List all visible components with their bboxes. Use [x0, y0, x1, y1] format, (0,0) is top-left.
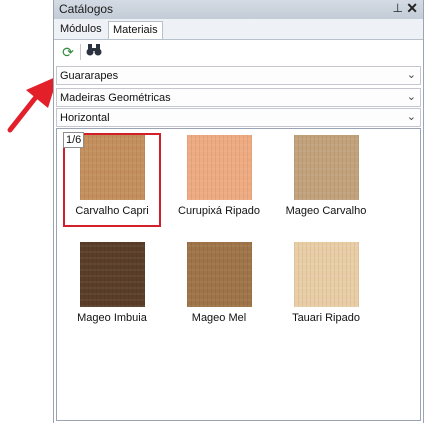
material-item[interactable]: Tauari Ripado: [276, 242, 376, 342]
materials-gallery: 1/6 Carvalho Capri Curupixá Ripado Mageo…: [56, 128, 421, 421]
material-swatch: [79, 135, 145, 200]
manufacturer-select-value: Guararapes: [60, 70, 119, 82]
orientation-select-value: Horizontal: [60, 112, 110, 124]
manufacturer-select[interactable]: Guararapes ⌄: [56, 66, 421, 85]
orientation-select[interactable]: Horizontal ⌄: [56, 108, 421, 127]
material-label: Mageo Carvalho: [285, 205, 367, 217]
material-label: Tauari Ripado: [292, 312, 360, 324]
material-item[interactable]: Mageo Imbuia: [62, 242, 162, 342]
material-label: Mageo Imbuia: [77, 312, 147, 324]
panel-title: Catálogos: [59, 2, 114, 16]
binoculars-icon[interactable]: [84, 42, 104, 62]
collection-select-value: Madeiras Geométricas: [60, 92, 171, 104]
toolbar: ⟳: [54, 40, 423, 64]
chevron-down-icon[interactable]: ⌄: [407, 110, 416, 123]
material-item[interactable]: Curupixá Ripado: [169, 135, 269, 235]
chevron-down-icon[interactable]: ⌄: [407, 90, 416, 103]
catalog-panel: Catálogos ⊥ ✕ Módulos Materiais ⟳ Guarar…: [53, 0, 424, 423]
tab-materiais[interactable]: Materiais: [108, 21, 163, 39]
page-indicator: 1/6: [63, 132, 85, 148]
toolbar-separator: [80, 44, 81, 60]
material-item[interactable]: Mageo Carvalho: [276, 135, 376, 235]
material-label: Curupixá Ripado: [178, 205, 260, 217]
material-label: Mageo Mel: [191, 312, 247, 324]
chevron-down-icon[interactable]: ⌄: [407, 68, 416, 81]
material-swatch: [293, 242, 359, 307]
material-label: Carvalho Capri: [75, 205, 149, 217]
material-item[interactable]: Mageo Mel: [169, 242, 269, 342]
tab-modulos[interactable]: Módulos: [56, 21, 106, 39]
panel-titlebar: Catálogos ⊥ ✕: [54, 0, 423, 20]
material-swatch: [186, 135, 252, 200]
close-icon[interactable]: ✕: [406, 0, 418, 17]
collection-select[interactable]: Madeiras Geométricas ⌄: [56, 88, 421, 107]
material-swatch: [79, 242, 145, 307]
tab-bar: Módulos Materiais: [54, 19, 423, 40]
refresh-icon[interactable]: ⟳: [58, 42, 78, 62]
pin-icon[interactable]: ⊥: [393, 1, 403, 15]
material-swatch: [186, 242, 252, 307]
material-item[interactable]: Carvalho Capri: [62, 135, 162, 235]
material-swatch: [293, 135, 359, 200]
